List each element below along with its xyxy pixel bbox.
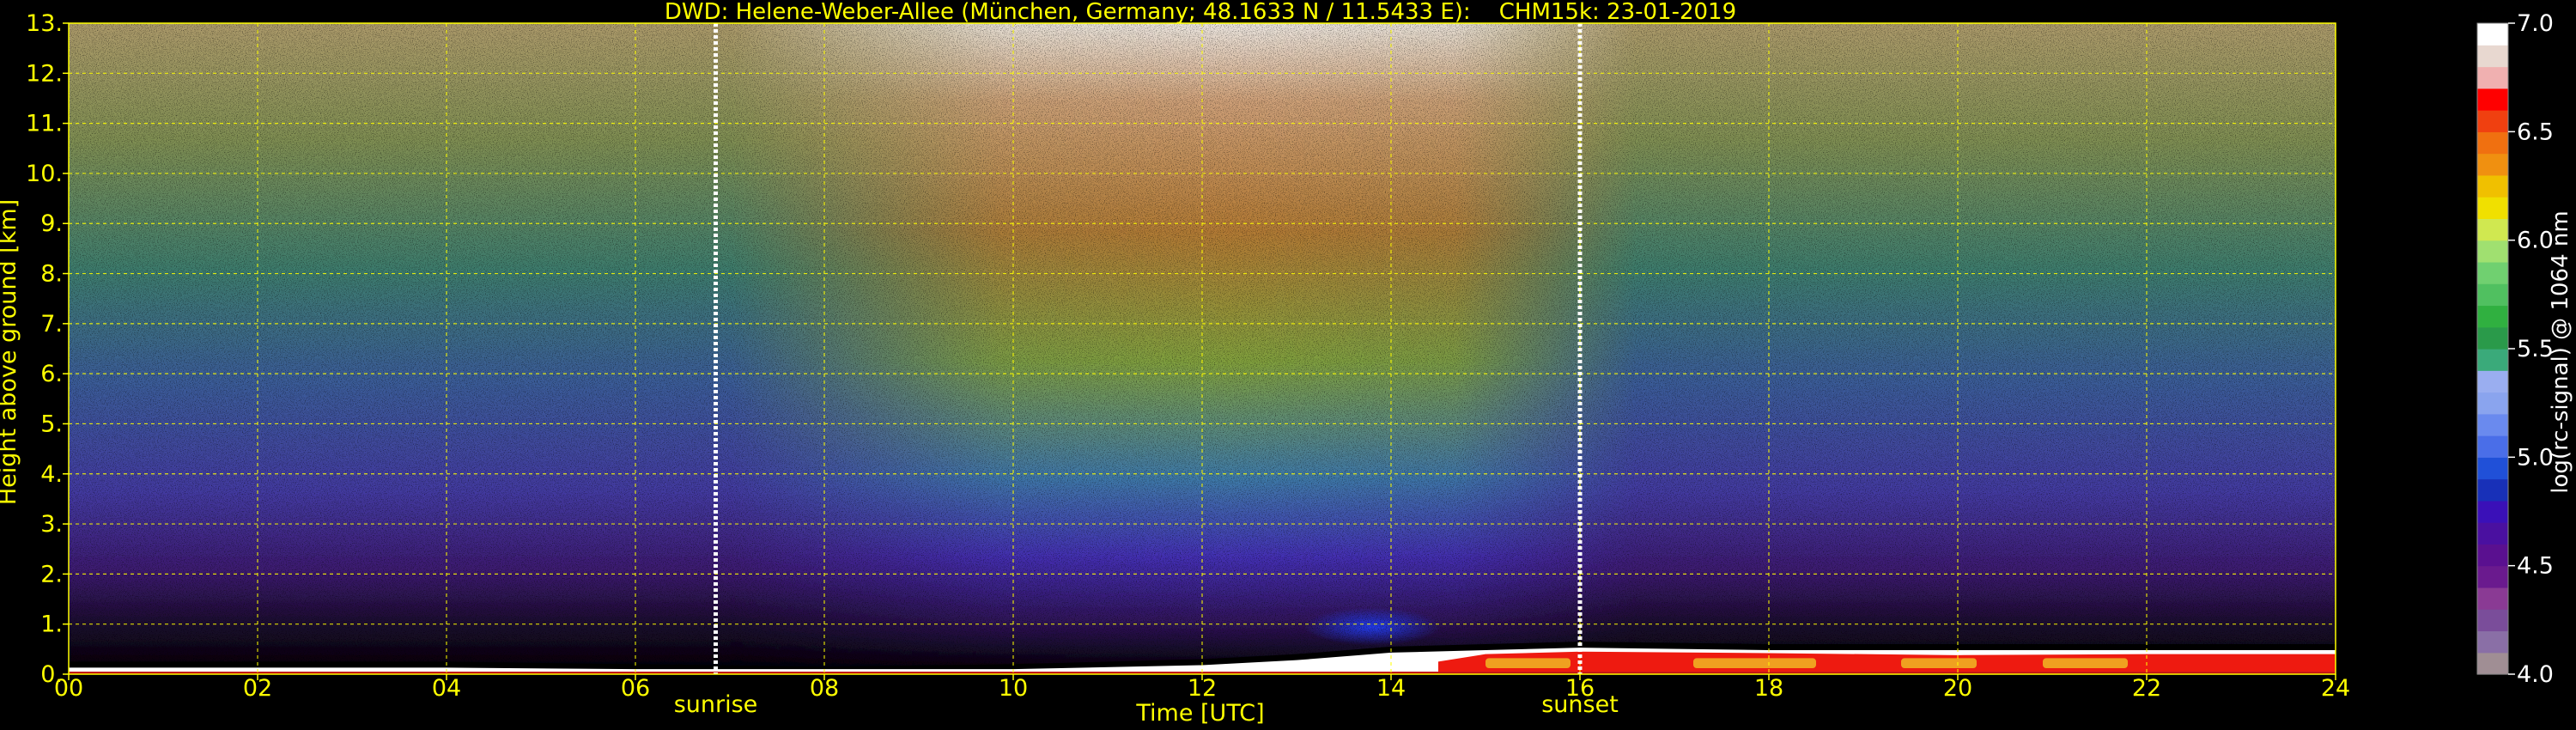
y-tick-label: 6. bbox=[40, 361, 63, 387]
colorbar-segment bbox=[2477, 131, 2508, 155]
colorbar-segment bbox=[2477, 174, 2508, 198]
colorbar-tick-label: 4.0 bbox=[2517, 661, 2554, 688]
y-tick-label: 7. bbox=[40, 311, 63, 338]
y-tick-label: 3. bbox=[40, 511, 63, 538]
y-tick-label: 12. bbox=[26, 60, 63, 87]
daytime-signal bbox=[730, 23, 1637, 674]
colorbar-segment bbox=[2477, 261, 2508, 284]
y-axis-ticks: 0. 1. 2. 3. 4. 5. 6. 7. 8. 9. 10. 11. 12. 13. bbox=[26, 10, 69, 688]
x-axis-ticks: 00 02 04 06 08 10 12 14 16 18 20 22 24 bbox=[54, 674, 2350, 702]
colorbar bbox=[2476, 22, 2509, 675]
colorbar-segment bbox=[2477, 305, 2508, 328]
colorbar-segment bbox=[2477, 349, 2508, 371]
colorbar-segment bbox=[2477, 23, 2508, 46]
x-tick-label: 16 bbox=[1565, 675, 1595, 702]
x-tick-label: 04 bbox=[432, 675, 461, 702]
colorbar-segment bbox=[2477, 370, 2508, 393]
x-tick-label: 08 bbox=[810, 675, 839, 702]
y-tick-label: 4. bbox=[40, 461, 63, 488]
colorbar-ticks: 4.04.55.05.56.06.57.0 bbox=[2508, 10, 2554, 688]
colorbar-segment bbox=[2477, 283, 2508, 307]
colorbar-tick-label: 7.0 bbox=[2517, 10, 2554, 37]
orange-core bbox=[1693, 658, 1816, 669]
orange-core bbox=[2043, 658, 2128, 669]
colorbar-segment bbox=[2477, 45, 2508, 68]
colorbar-segment bbox=[2477, 652, 2508, 675]
x-tick-label: 10 bbox=[999, 675, 1028, 702]
colorbar-label: log(rc-signal) @ 1064 nm bbox=[2548, 210, 2573, 493]
x-tick-label: 24 bbox=[2321, 675, 2350, 702]
colorbar-segment bbox=[2477, 565, 2508, 588]
colorbar-segment bbox=[2477, 88, 2508, 111]
x-tick-label: 22 bbox=[2132, 675, 2161, 702]
orange-core bbox=[1485, 658, 1571, 669]
colorbar-segment bbox=[2477, 218, 2508, 241]
x-tick-label: 02 bbox=[243, 675, 272, 702]
x-tick-label: 14 bbox=[1376, 675, 1406, 702]
colorbar-segment bbox=[2477, 197, 2508, 219]
colorbar-segment bbox=[2477, 522, 2508, 544]
y-tick-label: 5. bbox=[40, 411, 63, 437]
red-layer bbox=[1438, 651, 2336, 672]
colorbar-segment bbox=[2477, 153, 2508, 176]
colorbar-segment bbox=[2477, 587, 2508, 610]
colorbar-segment bbox=[2477, 240, 2508, 263]
colorbar-segment bbox=[2477, 457, 2508, 480]
y-tick-label: 9. bbox=[40, 210, 63, 237]
colorbar-segment bbox=[2477, 66, 2508, 89]
y-axis-label: Height above ground [km] bbox=[0, 199, 21, 505]
x-tick-label: 06 bbox=[621, 675, 650, 702]
colorbar-tick-label: 6.5 bbox=[2517, 119, 2554, 145]
aerosol-patch bbox=[1303, 607, 1441, 646]
y-tick-label: 0. bbox=[40, 661, 63, 688]
sunrise-label: sunrise bbox=[674, 691, 758, 718]
y-tick-label: 11. bbox=[26, 111, 63, 137]
y-tick-label: 8. bbox=[40, 261, 63, 288]
orange-core bbox=[1901, 658, 1977, 669]
colorbar-segment bbox=[2477, 500, 2508, 523]
y-tick-label: 2. bbox=[40, 561, 63, 587]
colorbar-segment bbox=[2477, 413, 2508, 436]
x-tick-label: 12 bbox=[1188, 675, 1217, 702]
chart-title: DWD: Helene-Weber-Allee (München, German… bbox=[665, 0, 1736, 25]
colorbar-tick-label: 4.5 bbox=[2517, 553, 2554, 580]
colorbar-segment bbox=[2477, 544, 2508, 567]
y-tick-label: 13. bbox=[26, 10, 63, 37]
colorbar-segment bbox=[2477, 609, 2508, 632]
colorbar-segment bbox=[2477, 478, 2508, 502]
x-tick-label: 20 bbox=[1943, 675, 1972, 702]
colorbar-segment bbox=[2477, 110, 2508, 132]
y-tick-label: 10. bbox=[26, 161, 63, 187]
x-tick-label: 18 bbox=[1754, 675, 1783, 702]
colorbar-segment bbox=[2477, 435, 2508, 458]
y-tick-label: 1. bbox=[40, 611, 63, 638]
colorbar-segment bbox=[2477, 326, 2508, 350]
colorbar-segment bbox=[2477, 392, 2508, 415]
colorbar-segment bbox=[2477, 630, 2508, 654]
ceilometer-chart: sunrise sunset 00 02 04 06 08 10 12 14 16 18 20 22 24… bbox=[0, 0, 2573, 727]
x-axis-label: Time [UTC] bbox=[1135, 700, 1264, 727]
